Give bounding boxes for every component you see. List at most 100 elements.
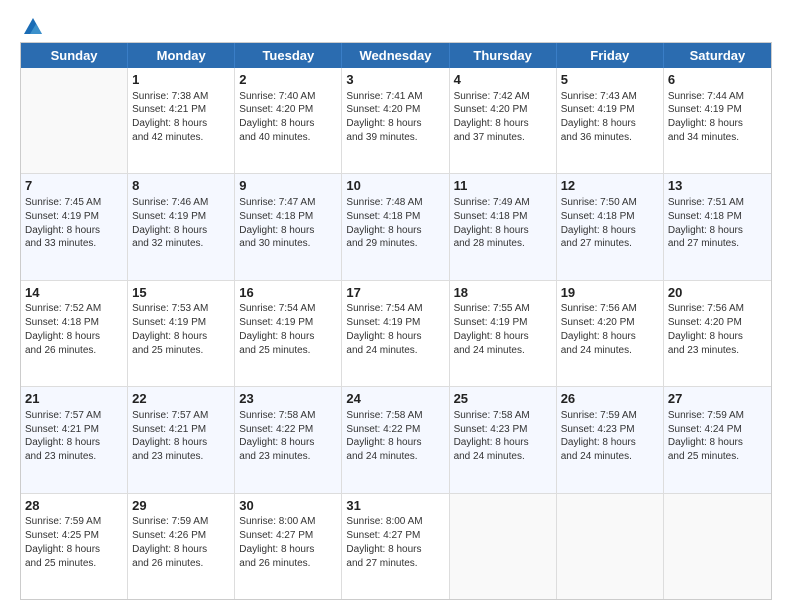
day-info: Sunrise: 7:53 AMSunset: 4:19 PMDaylight:… xyxy=(132,302,230,357)
day-cell-13: 13Sunrise: 7:51 AMSunset: 4:18 PMDayligh… xyxy=(664,174,771,279)
day-number: 19 xyxy=(561,284,659,302)
day-info: Sunrise: 8:00 AMSunset: 4:27 PMDaylight:… xyxy=(346,515,444,570)
header-day-friday: Friday xyxy=(557,43,664,68)
day-cell-28: 28Sunrise: 7:59 AMSunset: 4:25 PMDayligh… xyxy=(21,494,128,599)
week-row-4: 21Sunrise: 7:57 AMSunset: 4:21 PMDayligh… xyxy=(21,387,771,493)
day-cell-25: 25Sunrise: 7:58 AMSunset: 4:23 PMDayligh… xyxy=(450,387,557,492)
day-cell-7: 7Sunrise: 7:45 AMSunset: 4:19 PMDaylight… xyxy=(21,174,128,279)
day-info: Sunrise: 7:56 AMSunset: 4:20 PMDaylight:… xyxy=(668,302,767,357)
day-cell-17: 17Sunrise: 7:54 AMSunset: 4:19 PMDayligh… xyxy=(342,281,449,386)
day-number: 2 xyxy=(239,71,337,89)
day-cell-15: 15Sunrise: 7:53 AMSunset: 4:19 PMDayligh… xyxy=(128,281,235,386)
day-number: 22 xyxy=(132,390,230,408)
day-info: Sunrise: 7:59 AMSunset: 4:23 PMDaylight:… xyxy=(561,409,659,464)
header-day-sunday: Sunday xyxy=(21,43,128,68)
day-cell-6: 6Sunrise: 7:44 AMSunset: 4:19 PMDaylight… xyxy=(664,68,771,173)
day-number: 29 xyxy=(132,497,230,515)
day-cell-27: 27Sunrise: 7:59 AMSunset: 4:24 PMDayligh… xyxy=(664,387,771,492)
day-cell-14: 14Sunrise: 7:52 AMSunset: 4:18 PMDayligh… xyxy=(21,281,128,386)
day-number: 24 xyxy=(346,390,444,408)
day-info: Sunrise: 7:58 AMSunset: 4:22 PMDaylight:… xyxy=(346,409,444,464)
day-cell-24: 24Sunrise: 7:58 AMSunset: 4:22 PMDayligh… xyxy=(342,387,449,492)
day-info: Sunrise: 7:54 AMSunset: 4:19 PMDaylight:… xyxy=(346,302,444,357)
day-number: 14 xyxy=(25,284,123,302)
day-number: 16 xyxy=(239,284,337,302)
day-info: Sunrise: 7:57 AMSunset: 4:21 PMDaylight:… xyxy=(132,409,230,464)
header-day-wednesday: Wednesday xyxy=(342,43,449,68)
day-number: 11 xyxy=(454,177,552,195)
day-number: 13 xyxy=(668,177,767,195)
day-info: Sunrise: 7:52 AMSunset: 4:18 PMDaylight:… xyxy=(25,302,123,357)
day-info: Sunrise: 7:55 AMSunset: 4:19 PMDaylight:… xyxy=(454,302,552,357)
day-number: 25 xyxy=(454,390,552,408)
day-number: 4 xyxy=(454,71,552,89)
day-info: Sunrise: 7:45 AMSunset: 4:19 PMDaylight:… xyxy=(25,196,123,251)
day-info: Sunrise: 7:38 AMSunset: 4:21 PMDaylight:… xyxy=(132,90,230,145)
day-number: 20 xyxy=(668,284,767,302)
day-number: 12 xyxy=(561,177,659,195)
day-cell-19: 19Sunrise: 7:56 AMSunset: 4:20 PMDayligh… xyxy=(557,281,664,386)
day-info: Sunrise: 7:49 AMSunset: 4:18 PMDaylight:… xyxy=(454,196,552,251)
day-info: Sunrise: 7:44 AMSunset: 4:19 PMDaylight:… xyxy=(668,90,767,145)
header-day-monday: Monday xyxy=(128,43,235,68)
header-day-tuesday: Tuesday xyxy=(235,43,342,68)
week-row-3: 14Sunrise: 7:52 AMSunset: 4:18 PMDayligh… xyxy=(21,281,771,387)
calendar-header: SundayMondayTuesdayWednesdayThursdayFrid… xyxy=(21,43,771,68)
day-number: 8 xyxy=(132,177,230,195)
day-cell-16: 16Sunrise: 7:54 AMSunset: 4:19 PMDayligh… xyxy=(235,281,342,386)
day-info: Sunrise: 7:43 AMSunset: 4:19 PMDaylight:… xyxy=(561,90,659,145)
day-cell-12: 12Sunrise: 7:50 AMSunset: 4:18 PMDayligh… xyxy=(557,174,664,279)
day-cell-23: 23Sunrise: 7:58 AMSunset: 4:22 PMDayligh… xyxy=(235,387,342,492)
week-row-1: 1Sunrise: 7:38 AMSunset: 4:21 PMDaylight… xyxy=(21,68,771,174)
logo xyxy=(20,16,44,34)
day-cell-22: 22Sunrise: 7:57 AMSunset: 4:21 PMDayligh… xyxy=(128,387,235,492)
day-number: 30 xyxy=(239,497,337,515)
empty-cell xyxy=(21,68,128,173)
day-number: 27 xyxy=(668,390,767,408)
day-cell-18: 18Sunrise: 7:55 AMSunset: 4:19 PMDayligh… xyxy=(450,281,557,386)
day-number: 9 xyxy=(239,177,337,195)
day-info: Sunrise: 7:59 AMSunset: 4:25 PMDaylight:… xyxy=(25,515,123,570)
day-info: Sunrise: 7:54 AMSunset: 4:19 PMDaylight:… xyxy=(239,302,337,357)
day-cell-11: 11Sunrise: 7:49 AMSunset: 4:18 PMDayligh… xyxy=(450,174,557,279)
day-number: 26 xyxy=(561,390,659,408)
day-info: Sunrise: 7:41 AMSunset: 4:20 PMDaylight:… xyxy=(346,90,444,145)
calendar: SundayMondayTuesdayWednesdayThursdayFrid… xyxy=(20,42,772,600)
day-cell-10: 10Sunrise: 7:48 AMSunset: 4:18 PMDayligh… xyxy=(342,174,449,279)
day-info: Sunrise: 7:46 AMSunset: 4:19 PMDaylight:… xyxy=(132,196,230,251)
day-cell-5: 5Sunrise: 7:43 AMSunset: 4:19 PMDaylight… xyxy=(557,68,664,173)
day-number: 1 xyxy=(132,71,230,89)
day-info: Sunrise: 7:57 AMSunset: 4:21 PMDaylight:… xyxy=(25,409,123,464)
day-cell-29: 29Sunrise: 7:59 AMSunset: 4:26 PMDayligh… xyxy=(128,494,235,599)
day-info: Sunrise: 7:50 AMSunset: 4:18 PMDaylight:… xyxy=(561,196,659,251)
day-info: Sunrise: 7:59 AMSunset: 4:26 PMDaylight:… xyxy=(132,515,230,570)
day-number: 7 xyxy=(25,177,123,195)
day-info: Sunrise: 7:58 AMSunset: 4:23 PMDaylight:… xyxy=(454,409,552,464)
day-cell-8: 8Sunrise: 7:46 AMSunset: 4:19 PMDaylight… xyxy=(128,174,235,279)
header-day-thursday: Thursday xyxy=(450,43,557,68)
day-cell-4: 4Sunrise: 7:42 AMSunset: 4:20 PMDaylight… xyxy=(450,68,557,173)
day-number: 3 xyxy=(346,71,444,89)
day-cell-20: 20Sunrise: 7:56 AMSunset: 4:20 PMDayligh… xyxy=(664,281,771,386)
day-info: Sunrise: 7:47 AMSunset: 4:18 PMDaylight:… xyxy=(239,196,337,251)
day-number: 5 xyxy=(561,71,659,89)
day-info: Sunrise: 7:48 AMSunset: 4:18 PMDaylight:… xyxy=(346,196,444,251)
header xyxy=(20,16,772,34)
day-cell-31: 31Sunrise: 8:00 AMSunset: 4:27 PMDayligh… xyxy=(342,494,449,599)
week-row-5: 28Sunrise: 7:59 AMSunset: 4:25 PMDayligh… xyxy=(21,494,771,599)
day-number: 21 xyxy=(25,390,123,408)
day-number: 15 xyxy=(132,284,230,302)
day-number: 6 xyxy=(668,71,767,89)
day-cell-30: 30Sunrise: 8:00 AMSunset: 4:27 PMDayligh… xyxy=(235,494,342,599)
day-number: 31 xyxy=(346,497,444,515)
day-number: 18 xyxy=(454,284,552,302)
day-cell-26: 26Sunrise: 7:59 AMSunset: 4:23 PMDayligh… xyxy=(557,387,664,492)
day-info: Sunrise: 7:56 AMSunset: 4:20 PMDaylight:… xyxy=(561,302,659,357)
day-cell-3: 3Sunrise: 7:41 AMSunset: 4:20 PMDaylight… xyxy=(342,68,449,173)
header-day-saturday: Saturday xyxy=(664,43,771,68)
empty-cell xyxy=(557,494,664,599)
page: SundayMondayTuesdayWednesdayThursdayFrid… xyxy=(0,0,792,612)
day-number: 23 xyxy=(239,390,337,408)
logo-icon xyxy=(22,16,44,38)
week-row-2: 7Sunrise: 7:45 AMSunset: 4:19 PMDaylight… xyxy=(21,174,771,280)
